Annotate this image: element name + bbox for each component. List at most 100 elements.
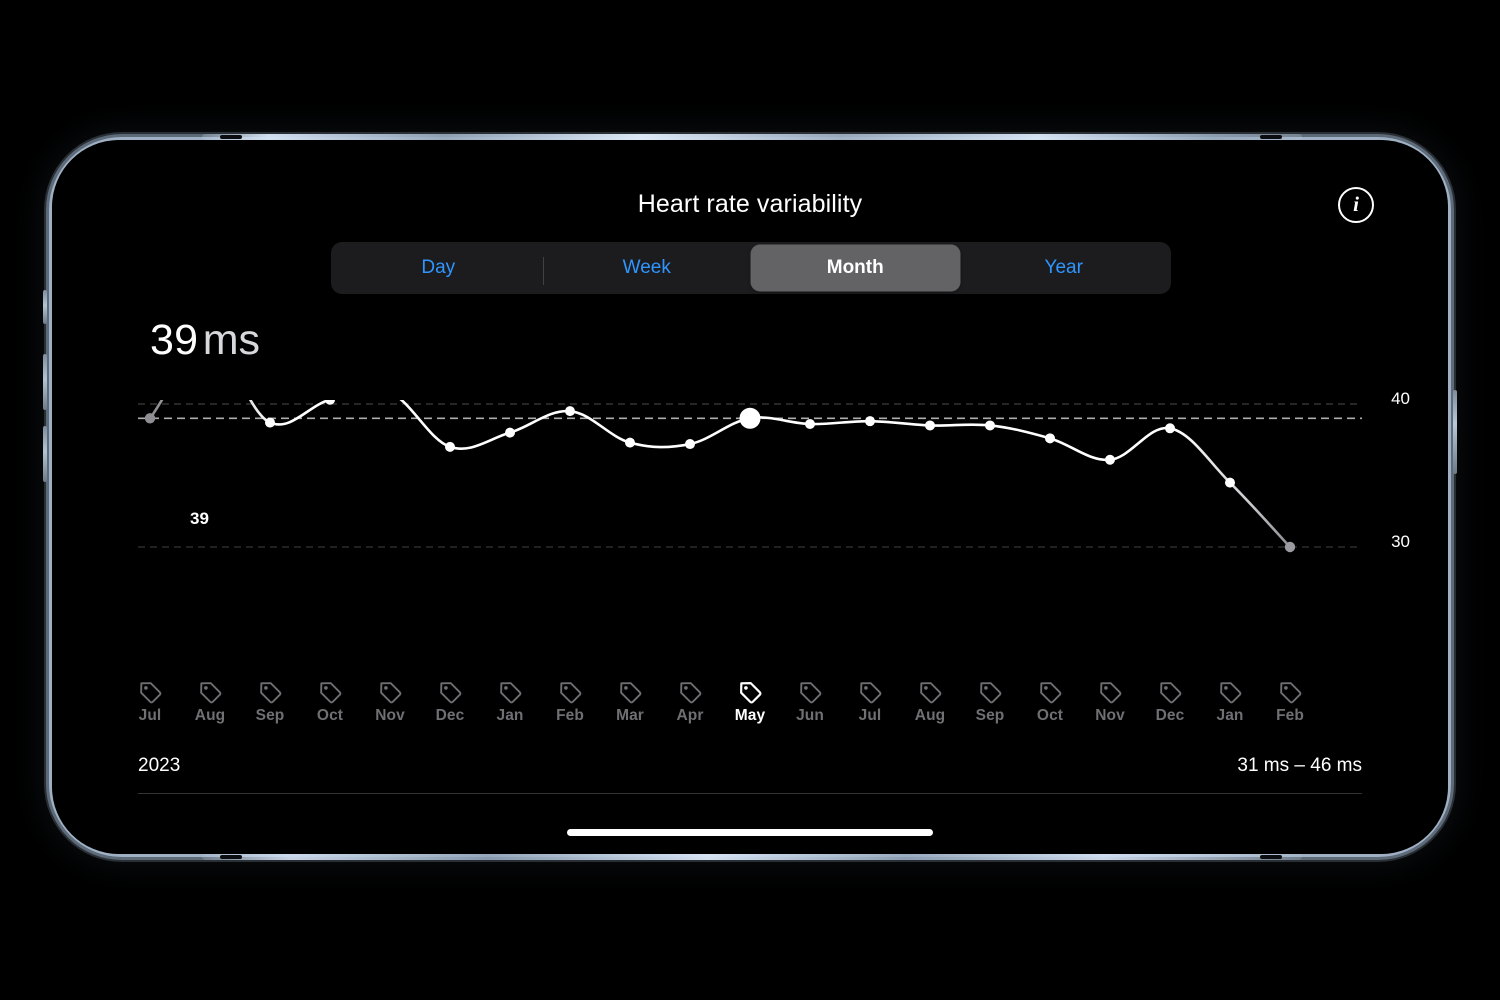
value-unit: ms [202,316,261,364]
chart-footer: 2023 31 ms – 46 ms [138,755,1362,801]
data-point[interactable] [625,437,635,448]
month-tick-aug-13[interactable]: Aug [902,680,958,725]
device-screen: Heart rate variability i Day Week Month [52,140,1448,854]
time-range-segmented-control[interactable]: Day Week Month Year [331,242,1171,294]
footer-year: 2023 [138,755,181,776]
month-tick-mar-8[interactable]: Mar [602,680,658,725]
data-point[interactable] [505,427,515,438]
tag-icon [439,682,461,704]
month-label: Jan [1216,707,1244,724]
data-point[interactable] [805,419,815,430]
value-number: 39 [150,316,199,364]
month-tick-nov-4[interactable]: Nov [362,680,418,725]
tag-icon [499,682,521,704]
tab-week[interactable]: Week [542,245,752,291]
month-label: Nov [375,707,405,724]
tag-icon [319,682,341,704]
month-label: Nov [1095,707,1125,724]
data-point[interactable] [685,439,695,450]
frame-antenna-slot [1260,855,1282,859]
volume-up-button[interactable] [43,354,47,410]
month-tick-apr-9[interactable]: Apr [662,680,718,725]
tag-icon [799,682,821,704]
tag-icon [919,682,941,704]
tab-month-label: Month [826,257,884,278]
data-point-selected[interactable] [739,407,761,429]
page-title: Heart rate variability [637,190,863,218]
month-tick-nov-16[interactable]: Nov [1082,680,1138,725]
month-tick-sep-14[interactable]: Sep [962,680,1018,725]
month-label: Sep [975,707,1005,724]
tag-icon [1159,682,1181,704]
month-label: Sep [255,707,285,724]
current-value-readout: 39 ms [150,316,260,365]
footer-divider [138,793,1362,794]
month-label: Jan [496,707,524,724]
highlight-value-annotation: 39 [190,509,209,528]
data-point[interactable] [1225,477,1235,488]
frame-rail-bottom [202,854,1302,860]
month-tick-may-10[interactable]: May [722,680,778,725]
data-point[interactable] [985,420,995,431]
tag-icon [979,682,1001,704]
info-circle-icon[interactable]: i [1338,187,1374,223]
data-point[interactable] [1165,423,1175,434]
data-point[interactable] [565,406,575,417]
data-point[interactable] [265,417,275,428]
month-tick-jun-11[interactable]: Jun [782,680,838,725]
home-indicator[interactable] [567,829,933,836]
month-label: Oct [1036,707,1064,724]
tab-week-label: Week [622,257,671,278]
month-tick-feb-19[interactable]: Feb [1262,680,1318,725]
chart-canvas [138,400,1362,553]
month-label: Feb [1276,707,1304,724]
segment-divider [542,257,544,285]
hrv-line-chart[interactable]: 40 30 39 [52,389,1448,700]
tag-icon [1279,682,1301,704]
month-label: Feb [556,707,584,724]
data-point[interactable] [445,441,455,452]
month-tick-dec-17[interactable]: Dec [1142,680,1198,725]
data-point[interactable] [144,413,156,424]
hrv-line-series [148,400,1292,549]
month-tick-jan-18[interactable]: Jan [1202,680,1258,725]
action-button[interactable] [43,290,47,324]
data-point[interactable] [1284,541,1296,553]
month-label: Jul [858,707,882,724]
frame-antenna-slot [220,135,242,139]
month-label: Apr [676,707,704,724]
data-point[interactable] [1105,454,1115,465]
tab-year[interactable]: Year [960,245,1169,291]
month-tick-jan-6[interactable]: Jan [482,680,538,725]
tab-day[interactable]: Day [334,245,543,291]
tag-icon [559,682,581,704]
month-label: Aug [914,707,946,724]
month-label: Jun [796,707,824,724]
tab-month[interactable]: Month [751,245,960,291]
month-tick-dec-5[interactable]: Dec [422,680,478,725]
volume-down-button[interactable] [43,426,47,482]
month-axis[interactable]: Jul Aug Sep Oct Nov Dec Jan Feb Mar Apr May Jun Jul A… [52,680,1448,742]
month-tick-oct-3[interactable]: Oct [302,680,358,725]
tag-icon [859,682,881,704]
month-label: Aug [194,707,226,724]
data-point[interactable] [865,416,875,427]
month-label: Dec [1155,707,1185,724]
data-point[interactable] [1045,433,1055,444]
month-tick-aug-1[interactable]: Aug [182,680,238,725]
power-button[interactable] [1453,390,1457,474]
frame-antenna-slot [1260,135,1282,139]
navigation-bar: Heart rate variability i [52,140,1448,224]
month-tick-feb-7[interactable]: Feb [542,680,598,725]
tag-icon [1039,682,1061,704]
data-point[interactable] [925,420,935,431]
y-axis-tick-30: 30 [1391,532,1410,551]
month-tick-sep-2[interactable]: Sep [242,680,298,725]
tag-icon [739,682,761,704]
iphone-device-frame: Heart rate variability i Day Week Month [43,134,1457,860]
month-tick-jul-12[interactable]: Jul [842,680,898,725]
month-tick-oct-15[interactable]: Oct [1022,680,1078,725]
month-tick-jul-0[interactable]: Jul [122,680,178,725]
tag-icon [379,682,401,704]
tag-icon [139,682,161,704]
